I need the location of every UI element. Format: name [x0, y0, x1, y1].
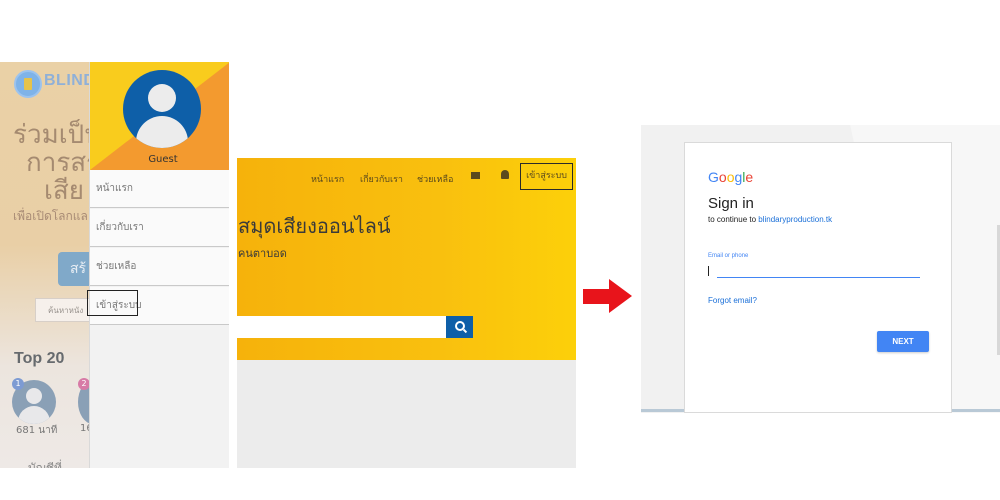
continue-prefix: to continue to — [708, 215, 759, 224]
google-logo: Google — [708, 169, 753, 185]
google-logo-letter: o — [718, 169, 727, 185]
avatar-body-icon — [18, 406, 50, 424]
nav-about[interactable]: เกี่ยวกับเรา — [360, 172, 403, 186]
search-icon-handle — [462, 328, 468, 334]
hero-subtitle: คนตาบอด — [238, 247, 287, 260]
hero-title: สมุดเสียงออนไลน์ — [238, 214, 391, 238]
hero-line-3: เสีย — [44, 176, 84, 206]
search-input[interactable] — [237, 316, 446, 338]
email-label: Email or phone — [708, 253, 749, 259]
top20-heading: Top 20 — [14, 350, 65, 367]
drawer-item-help[interactable]: ช่วยเหลือ — [90, 248, 229, 286]
drawer-header: Guest — [90, 62, 229, 170]
navigation-drawer: Guest หน้าแรก เกี่ยวกับเรา ช่วยเหลือ เข้… — [87, 62, 229, 468]
google-logo-letter: G — [708, 169, 719, 185]
rank-badge: 1 — [12, 378, 24, 390]
guest-label: Guest — [148, 154, 178, 165]
drawer-item-about[interactable]: เกี่ยวกับเรา — [90, 209, 229, 247]
google-logo-letter: e — [745, 169, 754, 185]
mail-icon[interactable] — [471, 172, 480, 179]
forgot-email-link[interactable]: Forgot email? — [708, 296, 757, 305]
section-heading: บัญชีที่ — [28, 461, 62, 468]
google-signin-screenshot: Google Sign in to continue to blindarypr… — [641, 125, 1000, 413]
continue-site-link[interactable]: blindaryproduction.tk — [758, 215, 832, 224]
user-body-icon — [136, 116, 188, 148]
signin-title: Sign in — [708, 195, 754, 212]
email-underline — [717, 277, 920, 278]
bell-icon[interactable] — [501, 170, 509, 179]
continue-text: to continue to blindaryproduction.tk — [708, 215, 832, 224]
logo-book-icon — [24, 78, 32, 90]
signin-card: Google Sign in to continue to blindarypr… — [684, 142, 952, 413]
arrow-right-icon — [583, 289, 610, 304]
arrow-right-head-icon — [609, 279, 632, 313]
user-head-icon — [148, 84, 176, 112]
mobile-screenshot: BLINDA ร่วมเป็น การสร้ เสีย เพื่อเปิดโลก… — [0, 62, 229, 468]
nav-home[interactable]: หน้าแรก — [311, 172, 344, 186]
desktop-screenshot: หน้าแรก เกี่ยวกับเรา ช่วยเหลือ เข้าสู่ระ… — [237, 158, 576, 468]
highlight-box — [87, 290, 138, 316]
nav-help[interactable]: ช่วยเหลือ — [417, 172, 453, 186]
avatar-head-icon — [26, 388, 42, 404]
text-cursor — [708, 266, 709, 276]
hero-subtitle: เพื่อเปิดโลกแล — [13, 209, 88, 223]
guest-avatar — [123, 70, 201, 148]
logo-icon — [14, 70, 42, 98]
search-button[interactable] — [446, 316, 473, 338]
minutes-label: 681 นาที — [16, 425, 58, 436]
nav-login[interactable]: เข้าสู่ระบบ — [520, 163, 573, 190]
search-input[interactable]: ค้นหาหนัง — [35, 298, 95, 322]
next-button[interactable]: NEXT — [877, 331, 929, 352]
drawer-item-home[interactable]: หน้าแรก — [90, 170, 229, 208]
email-field[interactable] — [711, 263, 921, 278]
